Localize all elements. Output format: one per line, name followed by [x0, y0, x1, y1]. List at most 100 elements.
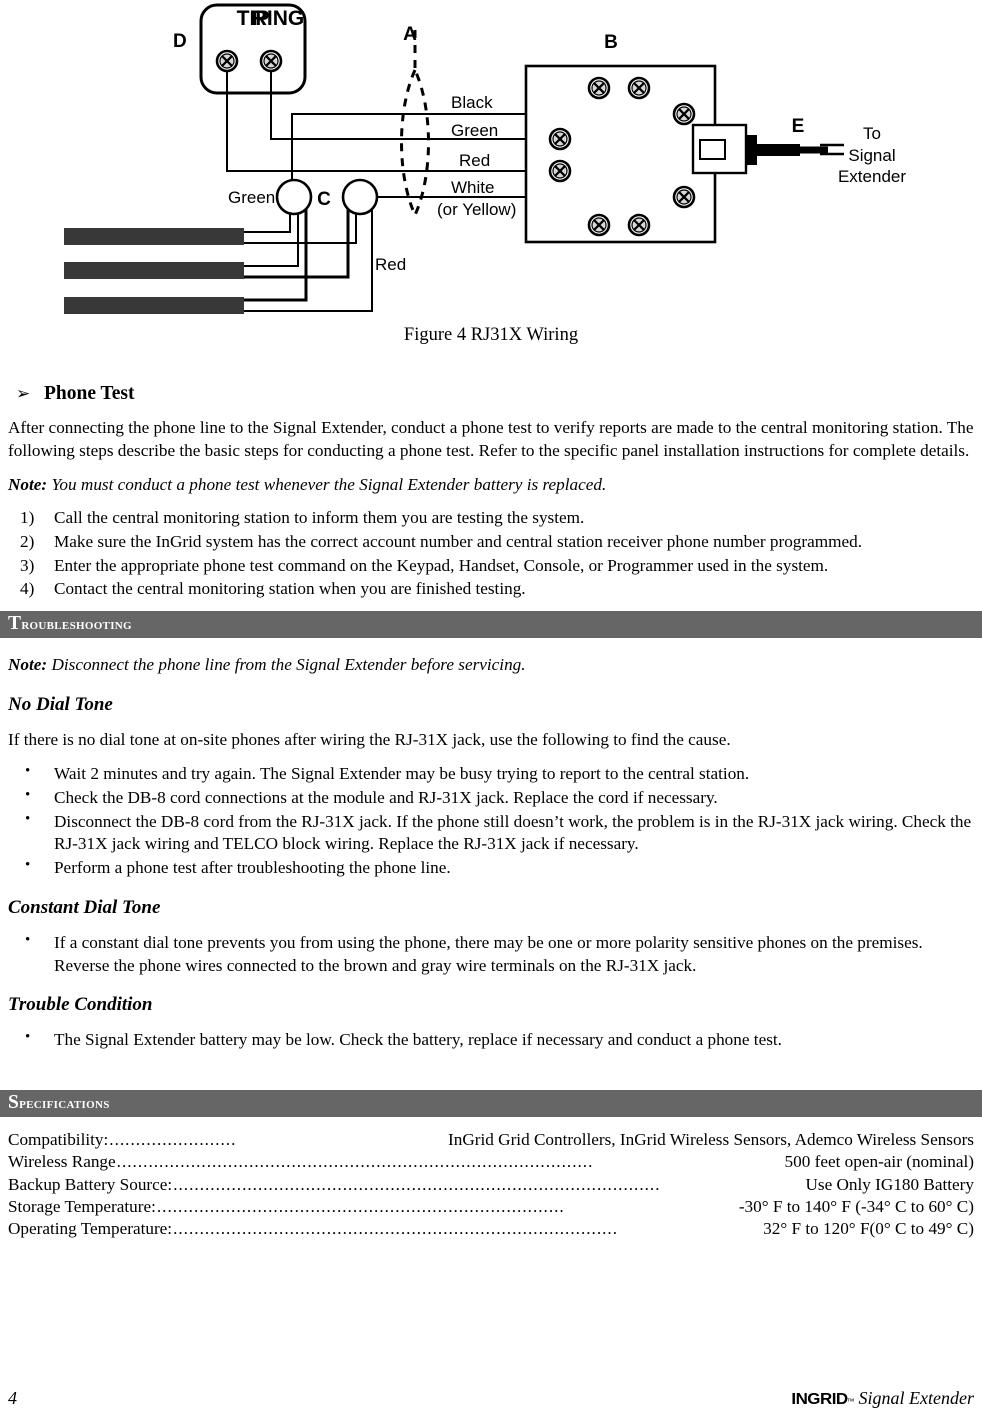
subsection-title-constant-dial-tone: Constant Dial Tone	[8, 896, 161, 918]
block-screw-1	[587, 76, 611, 100]
no-dial-tone-intro: If there is no dial tone at on-site phon…	[8, 729, 731, 749]
list-item-number: 1)	[20, 508, 35, 528]
note-text: Disconnect the phone line from the Signa…	[47, 654, 526, 674]
spec-row: Wireless Range .........................…	[8, 1151, 974, 1173]
trouble-condition-bullets: • The Signal Extender battery may be low…	[8, 1029, 974, 1052]
specifications-list: Compatibility: ........................ …	[8, 1129, 974, 1241]
spec-leader: ........................................…	[116, 1152, 594, 1172]
list-item-text: Disconnect the DB-8 cord from the RJ-31X…	[54, 811, 972, 854]
spec-row: Operating Temperature: .................…	[8, 1218, 974, 1240]
subsection-title-trouble-condition: Trouble Condition	[8, 994, 153, 1016]
constant-dial-tone-bullets: • If a constant dial tone prevents you f…	[8, 932, 974, 977]
list-item: • Wait 2 minutes and try again. The Sign…	[8, 763, 974, 786]
section-bar-specifications: Specifications	[0, 1089, 982, 1117]
bullet-dot-icon: •	[25, 810, 31, 827]
list-item-text: Check the DB-8 cord connections at the m…	[54, 788, 718, 808]
spec-leader: ........................................…	[156, 1197, 565, 1217]
block-screw-white	[672, 185, 696, 209]
dest-label-line1: To	[863, 124, 881, 143]
spec-value: -30° F to 140° F (-34° C to 60° C)	[738, 1197, 974, 1217]
bullet-dot-icon: •	[25, 1029, 31, 1046]
no-dial-tone-bullets: • Wait 2 minutes and try again. The Sign…	[8, 763, 974, 880]
wire-label-green-left: Green	[228, 188, 275, 207]
note-label: Note:	[8, 654, 48, 674]
spec-leader: ........................	[109, 1129, 237, 1149]
phone-test-steps: 1) Call the central monitoring station t…	[8, 507, 974, 601]
callout-a: A	[403, 24, 417, 45]
callout-e: E	[792, 116, 805, 137]
list-item-text: Call the central monitoring station to i…	[54, 508, 585, 528]
dest-label-line2: Signal	[848, 146, 895, 165]
document-body: ➢ Phone Test After connecting the phone …	[0, 358, 982, 1241]
subsection-title-no-dial-tone: No Dial Tone	[8, 693, 113, 715]
list-item-number: 3)	[20, 555, 35, 575]
list-item: 4) Contact the central monitoring statio…	[8, 578, 974, 601]
figure-caption: Figure 4 RJ31X Wiring	[403, 325, 579, 345]
block-screw-black	[672, 102, 696, 126]
twisted-pair-oval	[400, 66, 430, 219]
spec-label: Compatibility:	[8, 1129, 109, 1149]
page-footer: 4 INGRID ™ Signal Extender	[0, 1388, 982, 1418]
note-label: Note:	[8, 475, 48, 495]
heading-phone-test: ➢ Phone Test	[8, 383, 974, 405]
list-item-text: Wait 2 minutes and try again. The Signal…	[54, 764, 750, 784]
spec-value: 32° F to 120° F(0° C to 49° C)	[763, 1219, 974, 1239]
wire-label-red-lower: Red	[375, 255, 406, 274]
page-number: 4	[8, 1388, 17, 1408]
callout-b: B	[604, 32, 618, 53]
jack-label-ring: RING	[252, 7, 305, 30]
section-bar-title: Specifications	[8, 1092, 110, 1114]
phone-test-intro: After connecting the phone line to the S…	[8, 418, 974, 460]
spec-value: Use Only IG180 Battery	[805, 1174, 974, 1194]
block-screw-4	[627, 213, 651, 237]
list-item: • If a constant dial tone prevents you f…	[8, 932, 974, 977]
list-item: • Perform a phone test after troubleshoo…	[8, 857, 974, 880]
ingrid-logo: INGRID	[790, 1391, 848, 1408]
spec-row: Storage Temperature: ...................…	[8, 1196, 974, 1218]
list-item-text: The Signal Extender battery may be low. …	[54, 1030, 782, 1050]
block-screw-3	[587, 213, 611, 237]
terminal-circle-red	[341, 178, 379, 216]
list-item-text: Perform a phone test after troubleshooti…	[54, 858, 451, 878]
telco-block-bar-2	[64, 262, 244, 279]
spec-row: Compatibility: ........................ …	[8, 1129, 974, 1151]
terminal-circle-green	[275, 178, 313, 216]
block-screw-red	[548, 159, 572, 183]
arrow-bullet-icon: ➢	[16, 384, 31, 403]
wire-label-black: Black	[451, 93, 493, 112]
spec-label: Operating Temperature:	[8, 1219, 173, 1239]
list-item: • Check the DB-8 cord connections at the…	[8, 787, 974, 810]
list-item-number: 4)	[20, 579, 35, 599]
wire-label-red: Red	[459, 151, 490, 170]
telco-block-bar-3	[64, 297, 244, 314]
list-item: 1) Call the central monitoring station t…	[8, 507, 974, 530]
tip-screw-icon	[215, 49, 239, 73]
spec-label: Storage Temperature:	[8, 1197, 156, 1217]
spec-leader: ........................................…	[173, 1174, 661, 1194]
spec-value: InGrid Grid Controllers, InGrid Wireless…	[448, 1129, 974, 1149]
list-item: 3) Enter the appropriate phone test comm…	[8, 555, 974, 578]
network-interface-box	[524, 64, 717, 244]
list-item-number: 2)	[20, 531, 35, 551]
footer-brand-group: INGRID ™ Signal Extender	[790, 1388, 974, 1409]
bullet-dot-icon: •	[25, 763, 31, 780]
spec-label: Wireless Range	[8, 1152, 116, 1172]
note-text: You must conduct a phone test whenever t…	[47, 475, 607, 495]
callout-d: D	[173, 31, 187, 52]
list-item-text: Enter the appropriate phone test command…	[54, 555, 829, 575]
bullet-dot-icon: •	[25, 857, 31, 874]
modular-jack-inner	[699, 139, 726, 160]
cord-boot	[746, 135, 757, 165]
wire-label-white: White	[451, 178, 494, 197]
rj31x-wiring-diagram: TIP RING D A B C E Black Green Red White…	[64, 3, 906, 314]
troubleshooting-note: Note: Disconnect the phone line from the…	[8, 654, 974, 677]
wire-label-green: Green	[451, 121, 498, 140]
list-item: • Disconnect the DB-8 cord from the RJ-3…	[8, 811, 974, 856]
ring-screw-icon	[259, 49, 283, 73]
section-bar-title: Troubleshooting	[8, 613, 132, 635]
list-item: • The Signal Extender battery may be low…	[8, 1029, 974, 1052]
dest-label-line3: Extender	[838, 167, 906, 186]
telco-block-bar-1	[64, 228, 244, 245]
spec-leader: ........................................…	[173, 1219, 619, 1239]
section-bar-troubleshooting: Troubleshooting	[0, 610, 982, 638]
